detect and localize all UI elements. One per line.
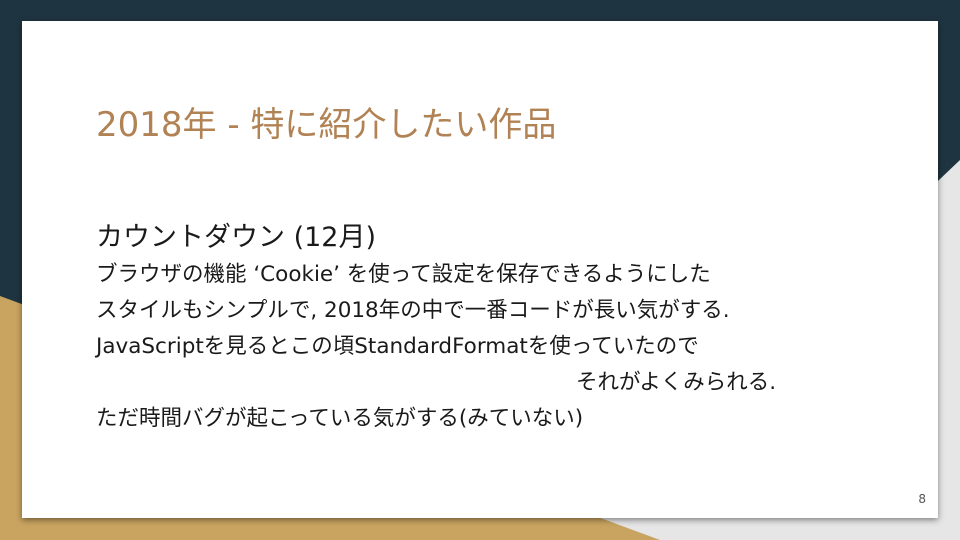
slide-title: 2018年 - 特に紹介したい作品 xyxy=(96,105,557,145)
slide-card: 2018年 - 特に紹介したい作品 カウントダウン (12月) ブラウザの機能 … xyxy=(22,21,938,518)
body-line-2: スタイルもシンプルで, 2018年の中で一番コードが長い気がする. xyxy=(96,298,730,323)
body-line-1: ブラウザの機能 ‘Cookie’ を使って設定を保存できるようにした xyxy=(96,262,711,287)
body-line-5: ただ時間バグが起こっている気がする(みていない) xyxy=(96,406,584,431)
slide-body: カウントダウン (12月) ブラウザの機能 ‘Cookie’ を使って設定を保存… xyxy=(96,219,896,437)
body-line-4: それがよくみられる. xyxy=(576,370,777,395)
subheading: カウントダウン (12月) xyxy=(96,222,377,253)
body-line-3: JavaScriptを見るとこの頃StandardFormatを使っていたので xyxy=(96,334,699,359)
page-number: 8 xyxy=(918,492,926,506)
